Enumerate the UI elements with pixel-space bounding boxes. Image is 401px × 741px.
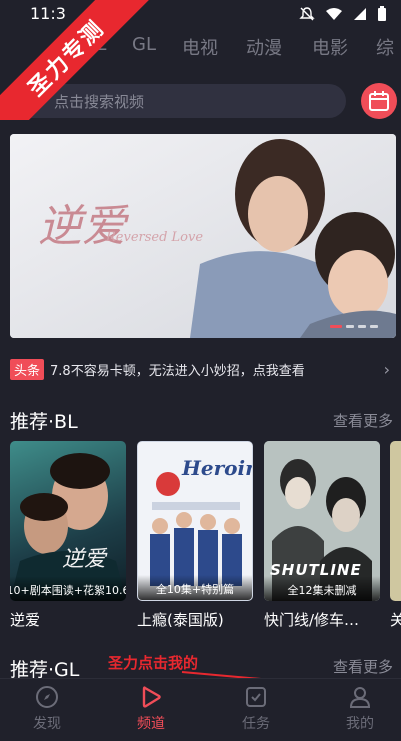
video-poster: SHUTLINE 全12集未删减 — [264, 441, 380, 601]
wifi-icon — [326, 8, 342, 20]
video-title: 关 — [390, 611, 401, 629]
episode-caption: 全10集+特别篇 — [138, 575, 252, 600]
tab-variety[interactable]: 综 — [376, 34, 394, 60]
video-title: 快门线/修车… — [264, 611, 360, 629]
user-icon — [349, 687, 371, 708]
video-title: 逆爱 — [10, 611, 41, 629]
episode-caption: 全12集未删减 — [264, 576, 380, 601]
calendar-button[interactable] — [361, 83, 397, 119]
video-title: 上瘾(泰国版) — [137, 611, 224, 629]
signal-icon — [354, 8, 366, 20]
tab-anime[interactable]: 动漫 — [246, 34, 282, 60]
task-icon — [246, 687, 266, 707]
section-title-bl: 推荐·BL — [10, 411, 78, 433]
compass-icon — [36, 686, 58, 708]
nav-label: 任务 — [242, 716, 270, 732]
nav-label: 发现 — [33, 716, 61, 732]
news-text: 7.8不容易卡顿，无法进入小妙招，点我查看 — [50, 363, 305, 379]
bottom-nav: 发现 频道 任务 我的 — [0, 678, 401, 741]
carousel-indicator — [330, 325, 378, 328]
status-icons — [299, 6, 387, 22]
nav-channel[interactable]: 频道 — [121, 685, 181, 733]
nav-mine[interactable]: 我的 — [330, 685, 390, 733]
featured-banner[interactable]: 逆爱 Reversed Love — [10, 134, 396, 338]
test-ribbon: 圣力专测 — [0, 0, 150, 120]
episode-caption: 10+剧本围读+花絮10.6 — [10, 576, 126, 601]
video-card[interactable]: 逆爱 10+剧本围读+花絮10.6 逆爱 — [10, 441, 126, 630]
video-poster — [390, 441, 401, 601]
ribbon-label: 圣力专测 — [0, 0, 150, 120]
battery-icon — [378, 6, 386, 21]
news-ticker[interactable]: 头条 7.8不容易卡顿，无法进入小妙招，点我查看 › — [10, 358, 396, 380]
tab-tv[interactable]: 电视 — [182, 34, 218, 60]
chevron-right-icon: › — [383, 360, 390, 379]
news-badge: 头条 — [10, 358, 45, 380]
poster-title-art: 逆爱 — [62, 547, 107, 572]
poster-title-art: Heroin — [182, 456, 253, 480]
nav-label: 我的 — [346, 716, 374, 732]
nav-tasks[interactable]: 任务 — [226, 685, 286, 733]
video-card[interactable]: 关 — [390, 441, 401, 630]
nav-label: 频道 — [137, 716, 165, 732]
video-poster: Heroin 全10集+特别篇 — [137, 441, 253, 601]
banner-subtitle-art: Reversed Love — [106, 230, 204, 245]
play-icon — [142, 686, 161, 708]
video-card[interactable]: Heroin 全10集+特别篇 上瘾(泰国版) — [137, 441, 253, 630]
nav-discover[interactable]: 发现 — [17, 685, 77, 733]
see-more-bl[interactable]: 查看更多 — [333, 410, 393, 431]
video-poster: 逆爱 10+剧本围读+花絮10.6 — [10, 441, 126, 601]
video-card[interactable]: SHUTLINE 全12集未删减 快门线/修车… — [264, 441, 380, 630]
tab-movie[interactable]: 电影 — [312, 34, 348, 60]
mute-icon — [299, 7, 315, 21]
calendar-icon — [369, 91, 389, 111]
